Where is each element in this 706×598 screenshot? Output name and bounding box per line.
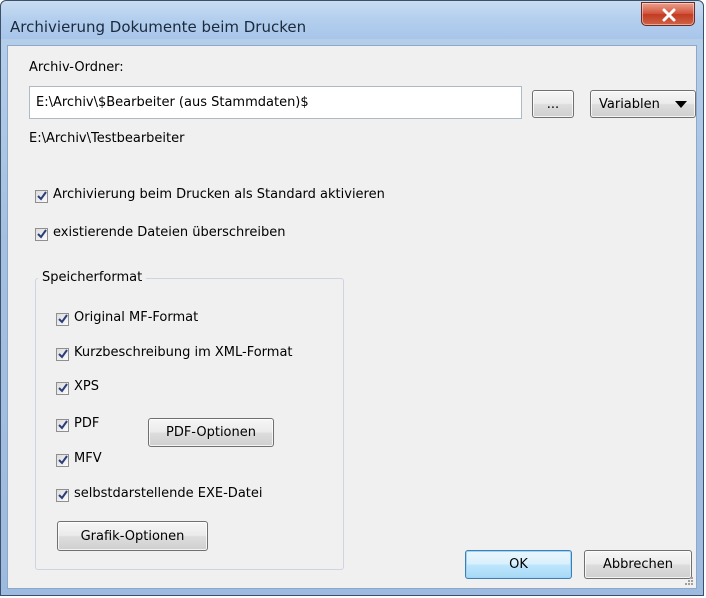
cancel-button[interactable]: Abbrechen (584, 550, 692, 579)
format-label: Kurzbeschreibung im XML-Format (74, 345, 293, 360)
checkmark-icon (58, 314, 68, 324)
checkmark-icon (37, 191, 47, 201)
window-title: Archivierung Dokumente beim Drucken (10, 18, 307, 36)
format-label: Original MF-Format (74, 310, 199, 325)
checkbox[interactable] (56, 313, 69, 326)
resolved-path: E:\Archiv\Testbearbeiter (29, 131, 185, 146)
format-label: PDF (74, 416, 100, 431)
browse-button[interactable]: ... (532, 90, 574, 118)
checkbox[interactable] (56, 419, 69, 432)
dialog-window: Archivierung Dokumente beim Drucken Arch… (0, 0, 704, 596)
variables-label: Variablen (599, 96, 660, 112)
option-label: existierende Dateien überschreiben (53, 225, 286, 240)
checkbox[interactable] (56, 489, 69, 502)
archive-folder-label: Archiv-Ordner: (29, 60, 124, 75)
checkbox[interactable] (35, 228, 48, 241)
storage-format-title: Speicherformat (38, 270, 147, 285)
variables-dropdown-button[interactable]: Variablen (590, 90, 696, 118)
dialog-client-area: Archiv-Ordner: ... Variablen E:\Archiv\T… (7, 45, 697, 589)
checkbox[interactable] (56, 454, 69, 467)
checkmark-icon (58, 383, 68, 393)
checkmark-icon (58, 490, 68, 500)
checkbox[interactable] (35, 190, 48, 203)
close-icon (662, 8, 676, 22)
format-label: XPS (74, 379, 99, 394)
checkmark-icon (58, 349, 68, 359)
checkbox[interactable] (56, 348, 69, 361)
checkmark-icon (37, 229, 47, 239)
ok-button[interactable]: OK (465, 550, 572, 579)
checkmark-icon (58, 420, 68, 430)
chevron-down-icon (675, 101, 687, 108)
checkbox[interactable] (56, 382, 69, 395)
close-button[interactable] (641, 2, 695, 26)
graphic-options-button[interactable]: Grafik-Optionen (57, 521, 208, 551)
title-bar[interactable]: Archivierung Dokumente beim Drucken (1, 1, 703, 39)
archive-folder-input[interactable] (29, 86, 522, 119)
option-label: Archivierung beim Drucken als Standard a… (53, 187, 385, 202)
format-label: selbstdarstellende EXE-Datei (74, 486, 263, 501)
resize-grip-icon[interactable] (684, 576, 694, 586)
format-label: MFV (74, 451, 102, 466)
pdf-options-button[interactable]: PDF-Optionen (148, 418, 274, 447)
checkmark-icon (58, 455, 68, 465)
